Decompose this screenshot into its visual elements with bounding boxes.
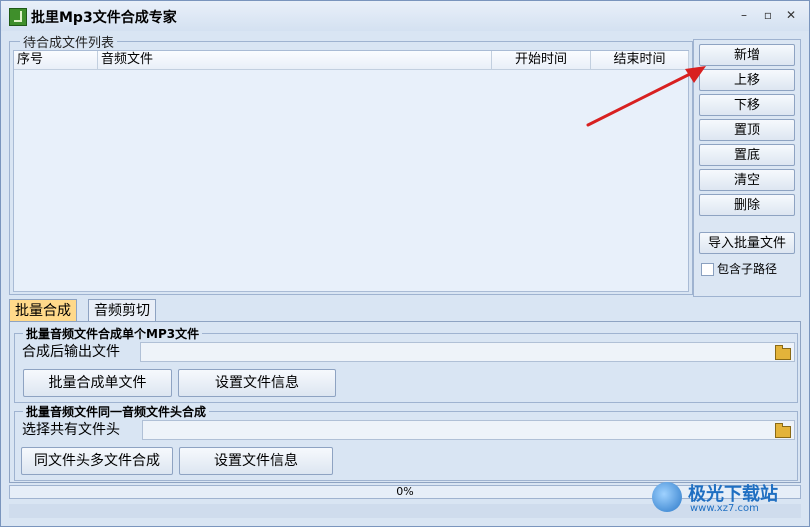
column-header-start-time[interactable]: 开始时间 <box>492 51 591 69</box>
app-icon <box>9 8 27 26</box>
minimize-button[interactable]: – <box>736 7 752 23</box>
folder-open-icon[interactable] <box>775 423 791 438</box>
clear-button[interactable]: 清空 <box>699 169 795 191</box>
tab-panel-batch-merge: 批量音频文件合成单个MP3文件 合成后输出文件 批量合成单文件 设置文件信息 批… <box>9 321 801 483</box>
title-bar: 批里Mp3文件合成专家 – ▫ ✕ <box>1 1 809 31</box>
tab-batch-merge[interactable]: 批量合成 <box>9 299 77 321</box>
delete-button[interactable]: 删除 <box>699 194 795 216</box>
watermark-url: www.xz7.com <box>690 503 759 514</box>
same-header-merge-button[interactable]: 同文件头多文件合成 <box>21 447 173 475</box>
column-header-audio-file[interactable]: 音频文件 <box>98 51 492 69</box>
set-file-info-button[interactable]: 设置文件信息 <box>178 369 336 397</box>
merge-header-group: 批量音频文件同一音频文件头合成 选择共有文件头 同文件头多文件合成 设置文件信息 <box>14 403 798 481</box>
watermark-logo-icon <box>652 482 682 512</box>
batch-merge-single-button[interactable]: 批量合成单文件 <box>23 369 172 397</box>
shared-header-label: 选择共有文件头 <box>22 422 120 438</box>
include-subpath-checkbox[interactable] <box>701 263 714 276</box>
output-file-label: 合成后输出文件 <box>22 344 120 360</box>
tab-audio-cut[interactable]: 音频剪切 <box>88 299 156 321</box>
maximize-button[interactable]: ▫ <box>760 7 776 23</box>
merge-single-group: 批量音频文件合成单个MP3文件 合成后输出文件 批量合成单文件 设置文件信息 <box>14 325 798 403</box>
window-title: 批里Mp3文件合成专家 <box>31 10 177 26</box>
import-batch-button[interactable]: 导入批量文件 <box>699 232 795 254</box>
main-window: 批里Mp3文件合成专家 – ▫ ✕ 待合成文件列表 序号 音频文件 开始时间 结… <box>0 0 810 527</box>
merge-single-title: 批量音频文件合成单个MP3文件 <box>23 325 203 342</box>
move-to-bottom-button[interactable]: 置底 <box>699 144 795 166</box>
set-file-info-button-2[interactable]: 设置文件信息 <box>179 447 333 475</box>
column-header-index[interactable]: 序号 <box>14 51 98 69</box>
shared-header-input[interactable] <box>142 420 795 440</box>
close-button[interactable]: ✕ <box>783 7 799 23</box>
output-file-input[interactable] <box>140 342 795 362</box>
annotation-arrow-icon <box>586 66 706 127</box>
file-list-group-title: 待合成文件列表 <box>20 32 118 51</box>
include-subpath-label: 包含子路径 <box>717 262 778 276</box>
watermark: 极光下载站 www.xz7.com <box>652 478 802 518</box>
folder-open-icon[interactable] <box>775 345 791 360</box>
merge-header-title: 批量音频文件同一音频文件头合成 <box>23 403 210 420</box>
